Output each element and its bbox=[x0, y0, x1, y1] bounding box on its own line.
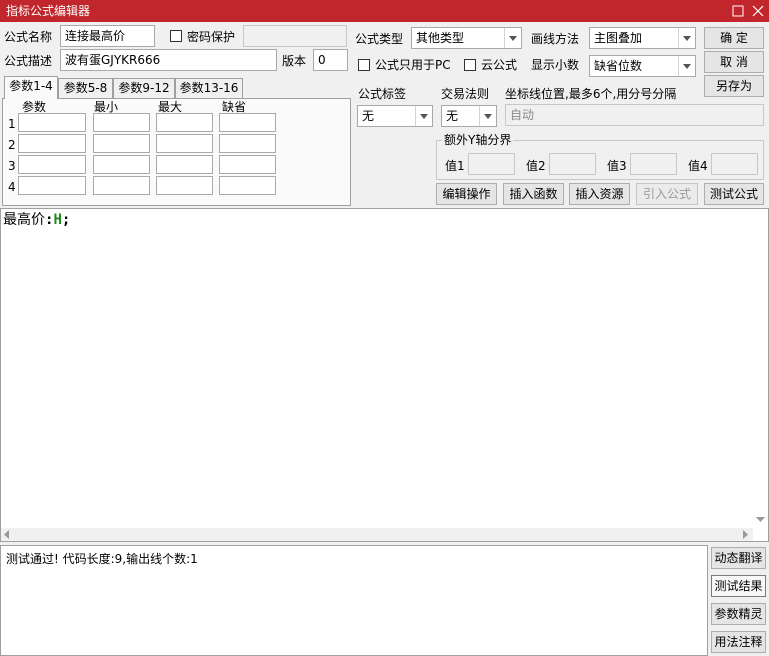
title-bar: 指标公式编辑器 bbox=[0, 0, 769, 22]
param-row-label: 2 bbox=[8, 138, 16, 152]
param-2-max[interactable] bbox=[156, 134, 213, 153]
param-1-name[interactable] bbox=[18, 113, 86, 132]
trade-label: 交易法则 bbox=[441, 87, 490, 101]
edit-operation-button[interactable]: 编辑操作 bbox=[436, 183, 497, 205]
test-formula-button[interactable]: 测试公式 bbox=[704, 183, 764, 205]
tag-label: 公式标签 bbox=[358, 87, 407, 101]
usage-notes-button[interactable]: 用法注释 bbox=[711, 631, 766, 653]
param-4-name[interactable] bbox=[18, 176, 86, 195]
code-output-name: 最高价 bbox=[3, 212, 45, 228]
draw-select-value: 主图叠加 bbox=[594, 31, 643, 45]
param-3-default[interactable] bbox=[219, 155, 276, 174]
tab-params-9-12[interactable]: 参数9-12 bbox=[113, 78, 175, 98]
chevron-down-icon bbox=[678, 56, 695, 76]
params-panel: 参数 最小 最大 缺省 1 2 3 4 bbox=[2, 98, 351, 206]
dynamic-translate-button[interactable]: 动态翻译 bbox=[711, 547, 766, 569]
scroll-down-icon[interactable] bbox=[756, 515, 765, 523]
param-row-label: 4 bbox=[8, 180, 16, 194]
draw-label: 画线方法 bbox=[531, 32, 580, 46]
param-1-max[interactable] bbox=[156, 113, 213, 132]
desc-label: 公式描述 bbox=[4, 54, 53, 68]
code-function: H bbox=[53, 212, 62, 228]
axis-label: 坐标线位置,最多6个,用分号分隔 bbox=[505, 87, 677, 101]
tab-params-5-8[interactable]: 参数5-8 bbox=[58, 78, 113, 98]
param-2-default[interactable] bbox=[219, 134, 276, 153]
type-select[interactable]: 其他类型 bbox=[411, 27, 522, 49]
editor-vertical-scrollbar[interactable] bbox=[754, 509, 768, 529]
desc-field[interactable]: 波有蛋GJYKR666 bbox=[60, 49, 277, 71]
import-formula-button: 引入公式 bbox=[636, 183, 698, 205]
value-3-field bbox=[630, 153, 677, 175]
trade-select-value: 无 bbox=[446, 109, 459, 123]
code-line: 最高价:H; bbox=[3, 211, 70, 229]
type-select-value: 其他类型 bbox=[416, 31, 465, 45]
param-4-min[interactable] bbox=[93, 176, 150, 195]
extra-y-label: 额外Y轴分界 bbox=[442, 132, 514, 148]
value-4-field bbox=[711, 153, 758, 175]
version-label: 版本 bbox=[282, 54, 307, 68]
password-label: 密码保护 bbox=[187, 30, 236, 44]
chevron-down-icon bbox=[415, 106, 432, 126]
param-4-max[interactable] bbox=[156, 176, 213, 195]
param-wizard-button[interactable]: 参数精灵 bbox=[711, 603, 766, 625]
param-1-default[interactable] bbox=[219, 113, 276, 132]
cancel-button[interactable]: 取 消 bbox=[704, 51, 764, 73]
decimal-select[interactable]: 缺省位数 bbox=[589, 55, 696, 77]
trade-select[interactable]: 无 bbox=[441, 105, 497, 127]
value-2-label: 值2 bbox=[526, 159, 546, 173]
password-field bbox=[243, 25, 347, 47]
scroll-left-icon[interactable] bbox=[3, 530, 11, 539]
tab-params-1-4[interactable]: 参数1-4 bbox=[4, 76, 58, 99]
value-1-field bbox=[468, 153, 515, 175]
password-checkbox[interactable] bbox=[170, 30, 182, 42]
code-editor[interactable]: 最高价:H; bbox=[0, 208, 769, 542]
version-field[interactable]: 0 bbox=[313, 49, 348, 71]
insert-resource-button[interactable]: 插入资源 bbox=[569, 183, 630, 205]
name-label: 公式名称 bbox=[4, 30, 53, 44]
code-terminator: ; bbox=[61, 212, 71, 228]
name-field[interactable]: 连接最高价 bbox=[60, 25, 155, 47]
param-2-min[interactable] bbox=[93, 134, 150, 153]
param-2-name[interactable] bbox=[18, 134, 86, 153]
param-3-min[interactable] bbox=[93, 155, 150, 174]
tag-select-value: 无 bbox=[362, 109, 375, 123]
scroll-right-icon[interactable] bbox=[741, 530, 749, 539]
cloud-checkbox[interactable] bbox=[464, 59, 476, 71]
pc-only-checkbox[interactable] bbox=[358, 59, 370, 71]
maximize-icon[interactable] bbox=[727, 1, 749, 21]
cloud-label: 云公式 bbox=[481, 58, 518, 72]
value-1-label: 值1 bbox=[445, 159, 465, 173]
type-label: 公式类型 bbox=[355, 32, 404, 46]
tab-params-13-16[interactable]: 参数13-16 bbox=[175, 78, 243, 98]
axis-field[interactable]: 自动 bbox=[505, 104, 764, 126]
param-4-default[interactable] bbox=[219, 176, 276, 195]
param-1-min[interactable] bbox=[93, 113, 150, 132]
output-message: 测试通过! 代码长度:9,输出线个数:1 bbox=[6, 552, 198, 566]
chevron-down-icon bbox=[504, 28, 521, 48]
save-as-button[interactable]: 另存为 bbox=[704, 75, 764, 97]
tag-select[interactable]: 无 bbox=[357, 105, 433, 127]
chevron-down-icon bbox=[479, 106, 496, 126]
param-3-max[interactable] bbox=[156, 155, 213, 174]
param-row-label: 3 bbox=[8, 159, 16, 173]
decimal-select-value: 缺省位数 bbox=[594, 59, 643, 73]
window-title: 指标公式编辑器 bbox=[6, 4, 91, 18]
value-3-label: 值3 bbox=[607, 159, 627, 173]
value-4-label: 值4 bbox=[688, 159, 708, 173]
insert-function-button[interactable]: 插入函数 bbox=[503, 183, 564, 205]
param-row-label: 1 bbox=[8, 117, 16, 131]
decimal-label: 显示小数 bbox=[531, 58, 580, 72]
close-icon[interactable] bbox=[747, 1, 769, 21]
draw-select[interactable]: 主图叠加 bbox=[589, 27, 696, 49]
test-result-button[interactable]: 测试结果 bbox=[711, 575, 766, 597]
param-3-name[interactable] bbox=[18, 155, 86, 174]
output-panel: 测试通过! 代码长度:9,输出线个数:1 bbox=[0, 545, 708, 656]
value-2-field bbox=[549, 153, 596, 175]
chevron-down-icon bbox=[678, 28, 695, 48]
pc-only-label: 公式只用于PC bbox=[375, 58, 451, 72]
ok-button[interactable]: 确 定 bbox=[704, 27, 764, 49]
editor-horizontal-scrollbar[interactable] bbox=[1, 528, 753, 541]
